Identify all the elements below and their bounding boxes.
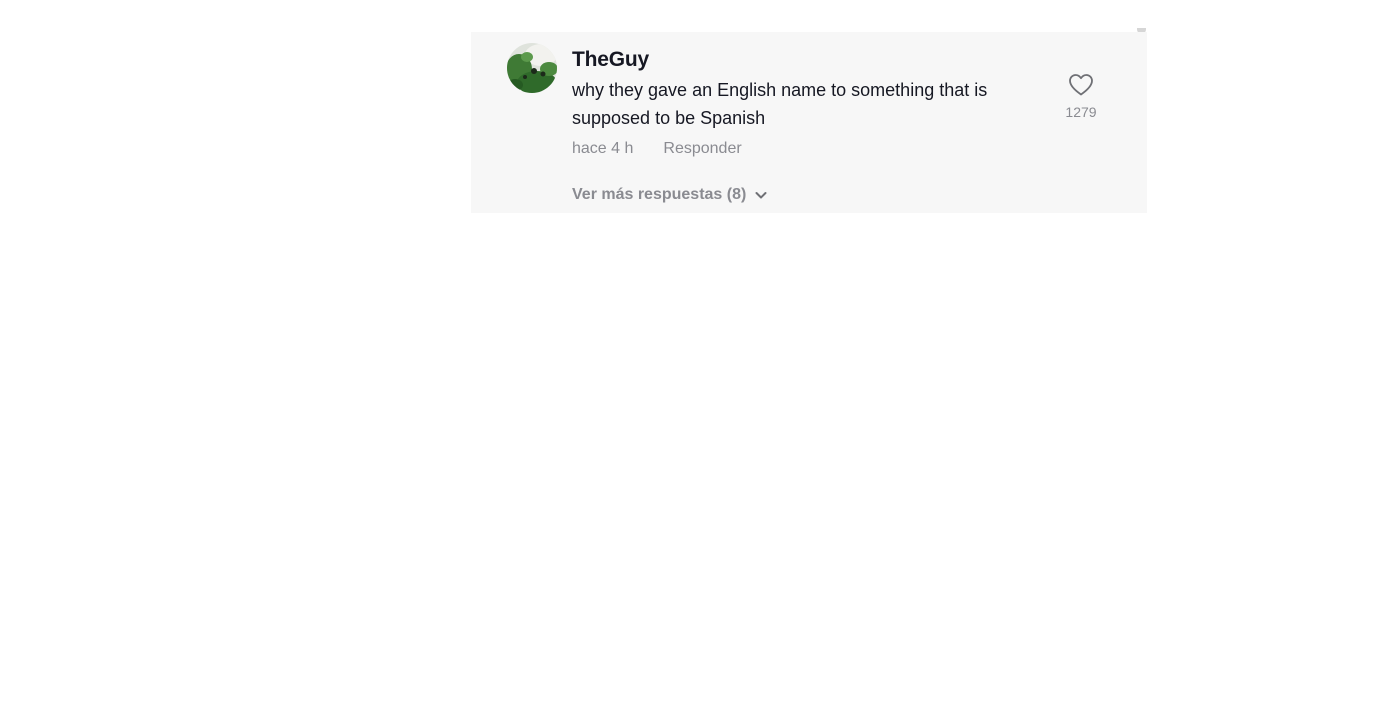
chevron-down-icon — [755, 192, 767, 199]
like-count: 1279 — [1065, 104, 1097, 120]
comment-item: TheGuy why they gave an English name to … — [471, 32, 1147, 213]
like-control: 1279 — [1059, 73, 1103, 120]
reply-button[interactable]: Responder — [663, 140, 741, 158]
page: TheGuy why they gave an English name to … — [0, 0, 1400, 722]
comment-text: why they gave an English name to somethi… — [572, 80, 988, 128]
avatar-image — [507, 43, 557, 93]
avatar[interactable] — [507, 43, 557, 93]
view-more-replies-button[interactable]: Ver más respuestas (8) — [572, 186, 768, 204]
comment-timestamp: hace 4 h — [572, 140, 634, 157]
heart-icon[interactable] — [1068, 73, 1094, 97]
comment-username[interactable]: TheGuy — [572, 48, 649, 72]
view-more-replies-label: Ver más respuestas (8) — [572, 186, 747, 203]
comment-meta: hace 4 h Responder — [572, 140, 742, 158]
